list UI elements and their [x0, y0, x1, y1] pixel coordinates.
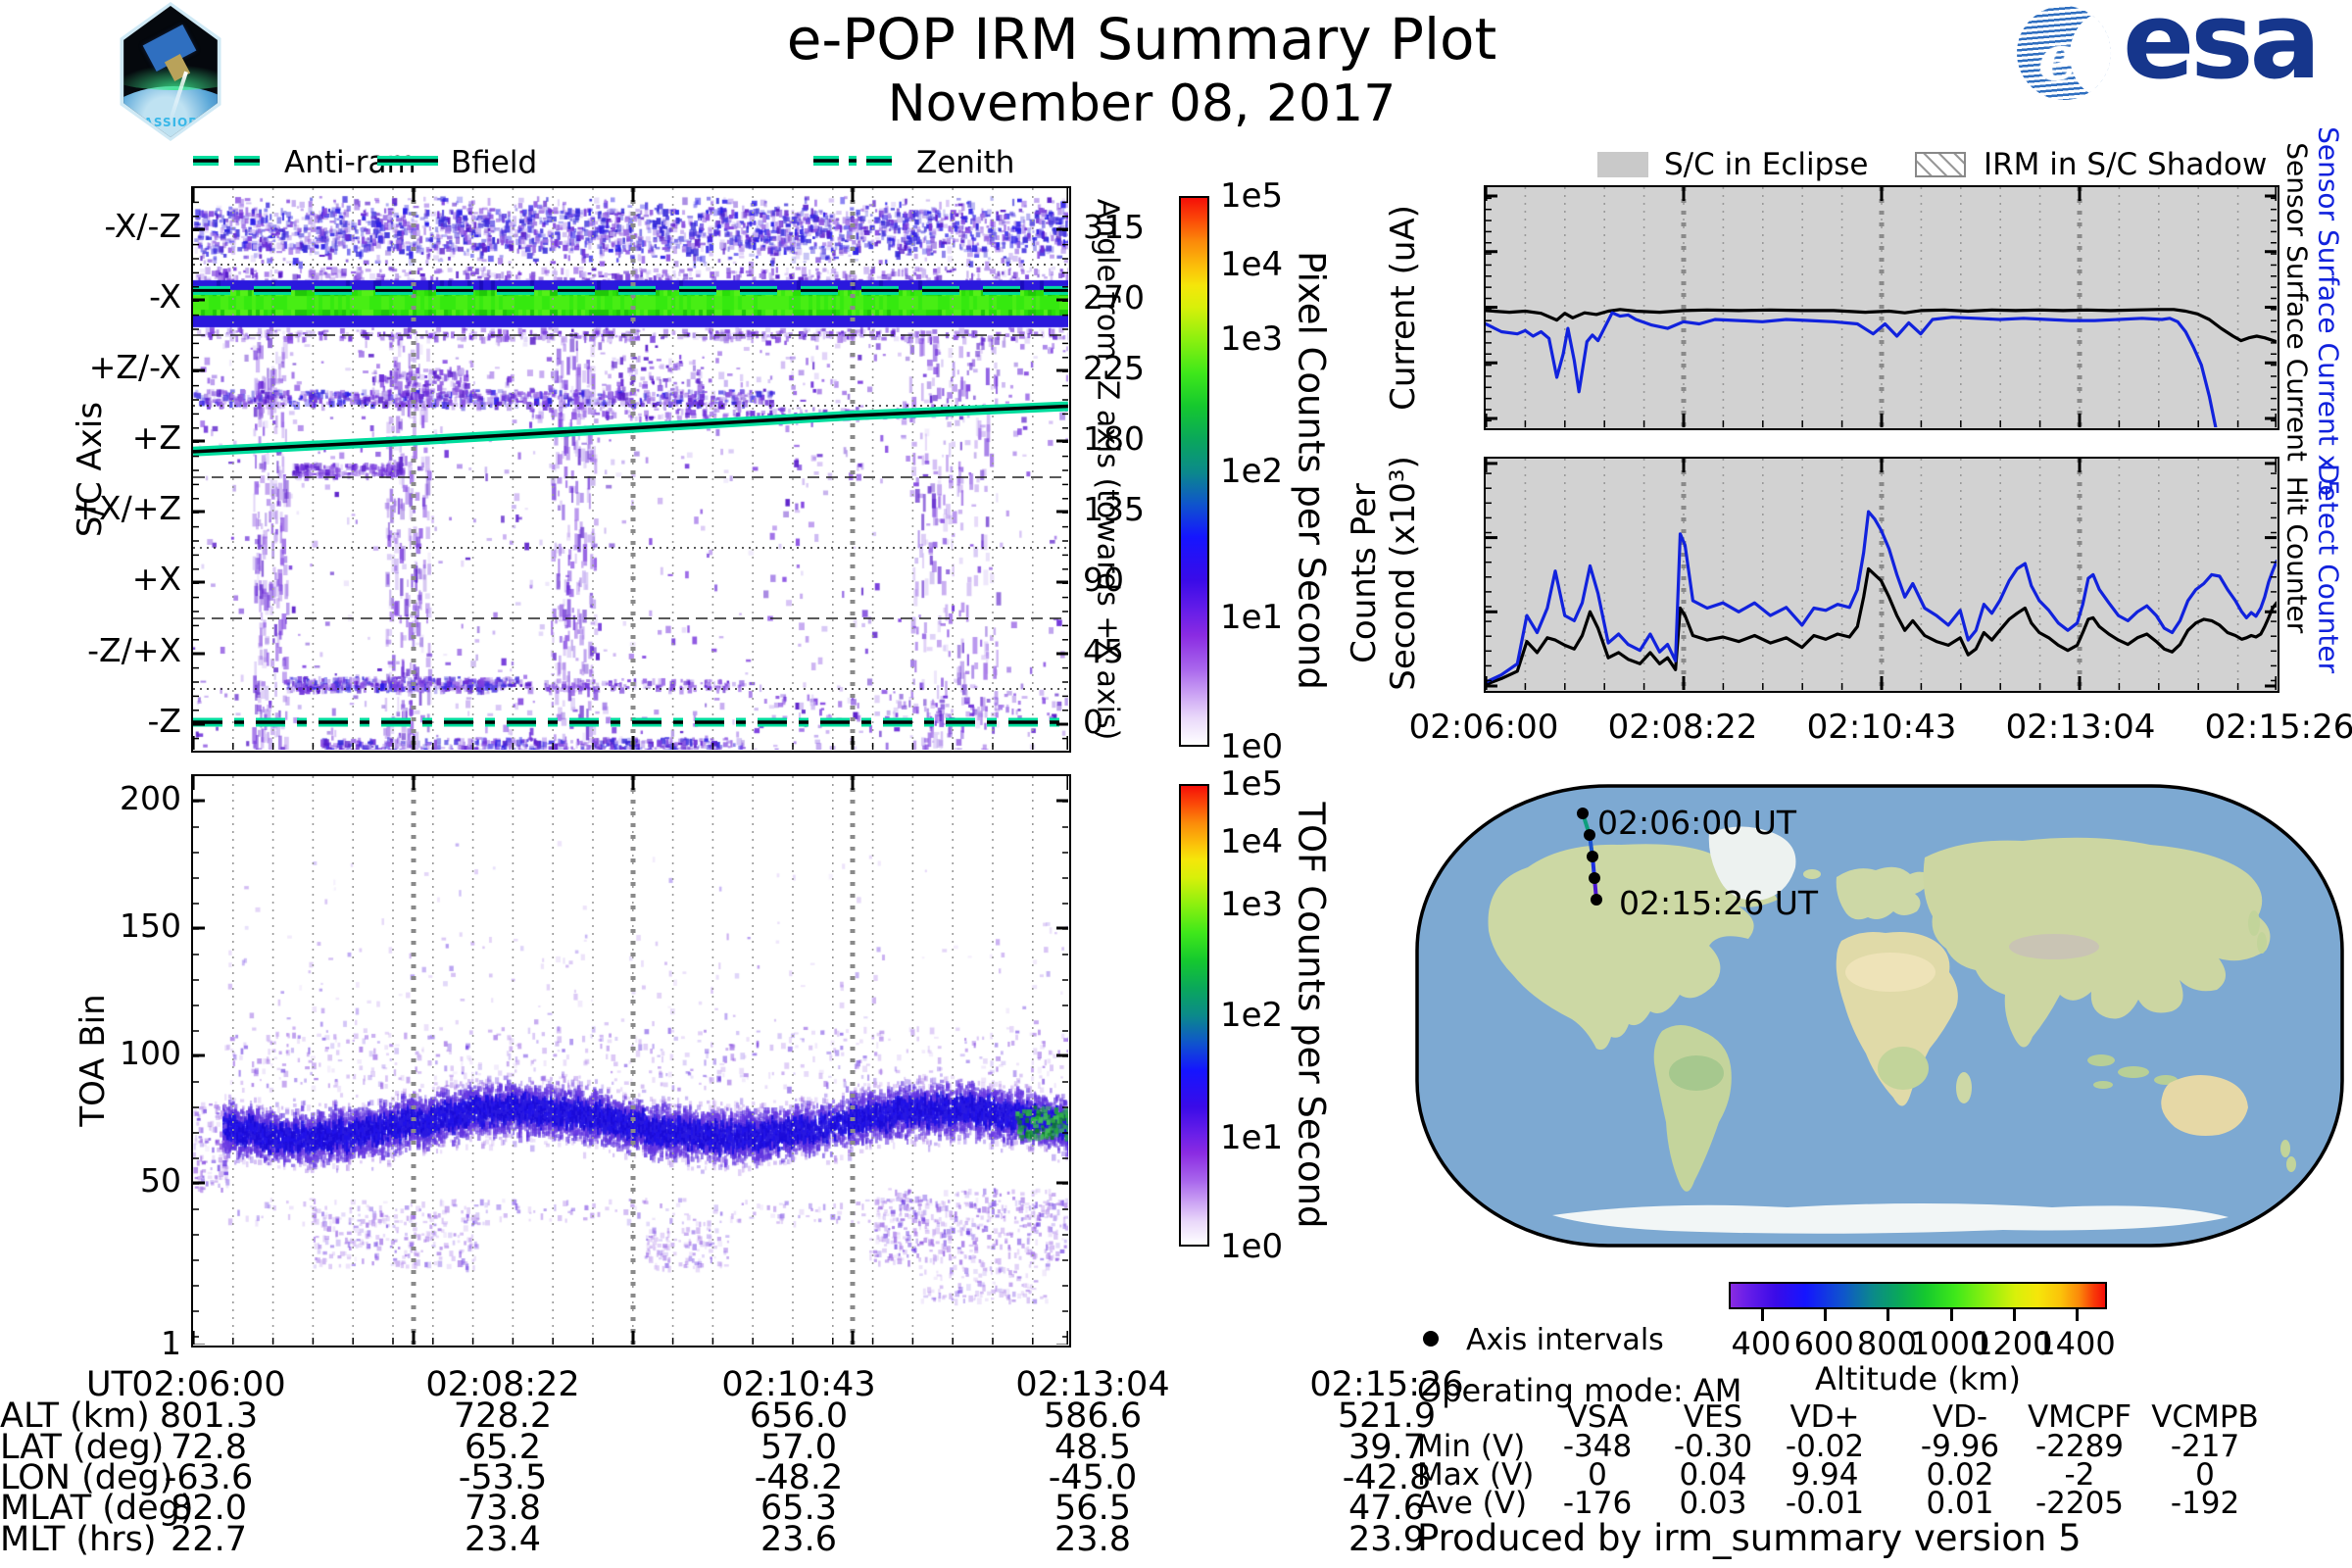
tick-label: 1e0 — [1220, 1227, 1284, 1266]
zenith-legend-line-icon — [813, 156, 892, 166]
esa-label: esa — [2123, 0, 2321, 103]
plot3-right-label-blue: Sensor Surface Current x 5 — [2312, 126, 2345, 497]
tick-label: +Z/-X — [88, 348, 181, 386]
track-start-label: 02:06:00 UT — [1597, 804, 1797, 842]
tof-counts-colorbar-title: TOF Counts per Second — [1290, 802, 1333, 1229]
tick-label: -X/-Z — [104, 207, 181, 245]
plot4-right-label-blue: Detect Counter — [2312, 463, 2345, 674]
page-title: e-POP IRM Summary Plot — [786, 6, 1497, 73]
tick-label: 1e1 — [1220, 597, 1284, 637]
tick-label: 1e1 — [1220, 1118, 1284, 1158]
eclipse-legend-label: S/C in Eclipse — [1664, 147, 1869, 182]
plot3-ylabel: Current (uA) — [1384, 205, 1423, 411]
tick-label: 1 — [161, 1324, 181, 1362]
altitude-tick — [1761, 1309, 1764, 1321]
tick-label: 200 — [120, 779, 181, 817]
plot3-right-label-black: Sensor Surface Current — [2280, 142, 2314, 462]
plot4-ylabel: Counts Per Second (x10³) — [1345, 456, 1423, 691]
tick-label: 1e3 — [1220, 884, 1284, 924]
tick-label: -Z/+X — [87, 631, 181, 669]
tof-counts-colorbar — [1179, 784, 1209, 1247]
time-tick-label: 02:06:00 — [1408, 708, 1559, 747]
tick-label: 1e5 — [1220, 176, 1284, 216]
tick-label: -Z — [147, 702, 181, 740]
tick-label: +X — [131, 560, 181, 598]
altitude-colorbar-title: Altitude (km) — [1815, 1360, 2021, 1397]
page-subtitle: November 08, 2017 — [887, 74, 1396, 133]
altitude-tick — [2076, 1309, 2079, 1321]
zenith-legend-label: Zenith — [916, 145, 1015, 180]
cassiope-label: CASSIOPE — [133, 116, 208, 129]
altitude-tick — [1886, 1309, 1890, 1321]
antiram-legend-line-icon — [193, 156, 268, 166]
world-map — [1415, 784, 2344, 1248]
pixel-counts-colorbar — [1179, 196, 1209, 747]
footer-text: Produced by irm_summary version 5 — [1417, 1517, 2082, 1559]
time-tick-label: 02:15:26 — [2204, 708, 2352, 747]
sc-axis-spectrogram-plot — [191, 186, 1071, 753]
ephemeris-cell: 23.6 — [760, 1520, 837, 1559]
summary-plot-page: CASSIOPE e-POP IRM Summary Plot November… — [0, 0, 2352, 1568]
time-tick-label: 02:13:04 — [2005, 708, 2156, 747]
time-tick-label: 02:10:43 — [1806, 708, 1957, 747]
tick-label: 1e2 — [1220, 996, 1284, 1035]
tick-label: -X — [149, 277, 181, 316]
bfield-legend-line-icon — [377, 156, 438, 166]
ephemeris-cell: 22.7 — [171, 1520, 247, 1559]
tick-label: 1e2 — [1220, 452, 1284, 491]
tick-label: 50 — [140, 1161, 181, 1200]
track-end-label: 02:15:26 UT — [1619, 884, 1819, 922]
tick-label: +X/+Z — [72, 489, 181, 527]
altitude-colorbar — [1729, 1282, 2107, 1309]
time-tick-label: 02:08:22 — [1607, 708, 1758, 747]
altitude-tick — [1824, 1309, 1828, 1321]
eclipse-legend-swatch-icon — [1597, 152, 1648, 177]
shadow-legend-swatch-icon — [1915, 152, 1966, 177]
tick-label: 1e5 — [1220, 764, 1284, 804]
axis-intervals-label: Axis intervals — [1466, 1323, 1664, 1357]
shadow-legend-label: IRM in S/C Shadow — [1984, 147, 2268, 182]
current-plot — [1484, 185, 2279, 430]
tick-label: +Z — [131, 418, 181, 457]
plot1-right-axis-label: Angle from -Z axis (towards +X axis) — [1090, 198, 1125, 741]
voltage-cell: -192 — [2170, 1486, 2240, 1521]
altitude-tick — [2012, 1309, 2016, 1321]
bfield-legend-label: Bfield — [451, 145, 538, 180]
tick-label: 1e0 — [1220, 727, 1284, 766]
plot4-right-label-black: Hit Counter — [2280, 475, 2314, 634]
ephemeris-cell: 23.4 — [465, 1520, 541, 1559]
counters-plot — [1484, 457, 2279, 693]
cassiope-mission-patch-icon: CASSIOPE — [116, 2, 225, 141]
tick-label: 1e3 — [1220, 319, 1284, 360]
toa-spectrogram-plot — [191, 774, 1071, 1348]
altitude-tick-label: 1400 — [2035, 1325, 2116, 1362]
tick-label: 100 — [120, 1034, 181, 1072]
esa-logo-icon: e esa — [2017, 0, 2340, 104]
axis-intervals-dot-icon — [1423, 1331, 1439, 1347]
ephemeris-cell: 23.8 — [1054, 1520, 1131, 1559]
tick-label: 150 — [120, 906, 181, 945]
pixel-counts-colorbar-title: Pixel Counts per Second — [1290, 251, 1333, 690]
altitude-tick — [1949, 1309, 1953, 1321]
tick-label: 1e4 — [1220, 822, 1284, 861]
tick-label: 1e4 — [1220, 245, 1284, 285]
